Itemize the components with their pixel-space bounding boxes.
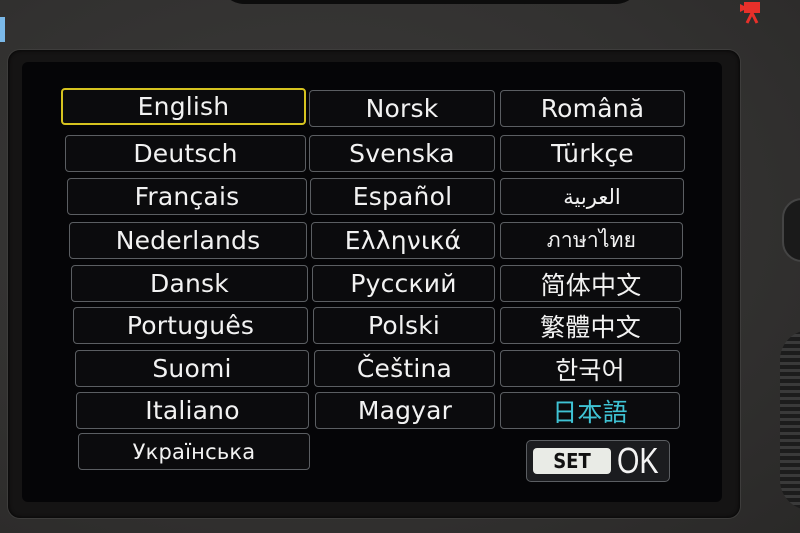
language-option-portugues[interactable]: Português bbox=[73, 307, 308, 344]
language-label: 繁體中文 bbox=[540, 312, 641, 342]
language-option-francais[interactable]: Français bbox=[67, 178, 307, 215]
language-label: Українська bbox=[132, 439, 256, 464]
set-key-label: SET bbox=[533, 448, 611, 474]
control-dial[interactable] bbox=[780, 330, 800, 510]
language-option-english[interactable]: English bbox=[61, 88, 306, 125]
language-label: Italiano bbox=[145, 396, 240, 425]
language-option-nederlands[interactable]: Nederlands bbox=[69, 222, 307, 259]
language-label: العربية bbox=[563, 184, 621, 209]
language-option-italiano[interactable]: Italiano bbox=[76, 392, 309, 429]
language-option-ukrainian[interactable]: Українська bbox=[78, 433, 310, 470]
language-option-simplified-chinese[interactable]: 简体中文 bbox=[500, 265, 682, 302]
language-label: ภาษาไทย bbox=[546, 228, 637, 252]
language-option-cestina[interactable]: Čeština bbox=[314, 350, 495, 387]
language-label: Türkçe bbox=[551, 139, 634, 168]
language-option-dansk[interactable]: Dansk bbox=[71, 265, 308, 302]
language-label: 简体中文 bbox=[540, 270, 642, 300]
language-option-svenska[interactable]: Svenska bbox=[309, 135, 495, 172]
blue-marking bbox=[0, 17, 5, 42]
top-slot bbox=[220, 0, 640, 4]
language-option-arabic[interactable]: العربية bbox=[500, 178, 684, 215]
language-label: Nederlands bbox=[115, 226, 261, 255]
language-label: Čeština bbox=[356, 354, 453, 383]
language-option-deutsch[interactable]: Deutsch bbox=[65, 135, 306, 172]
side-button[interactable] bbox=[782, 198, 800, 262]
language-label: 한국어 bbox=[555, 355, 625, 385]
language-label: Svenska bbox=[349, 139, 455, 168]
language-option-korean[interactable]: 한국어 bbox=[500, 350, 680, 387]
language-label: Dansk bbox=[150, 269, 229, 298]
camera-body: English Deutsch Français Nederlands Dans… bbox=[0, 0, 800, 533]
language-option-polski[interactable]: Polski bbox=[313, 307, 495, 344]
language-label: Magyar bbox=[357, 396, 453, 425]
language-label: Română bbox=[540, 94, 645, 123]
language-label: Deutsch bbox=[133, 139, 238, 168]
set-ok-button[interactable]: SET OK bbox=[526, 440, 670, 482]
language-label: Português bbox=[126, 311, 255, 340]
language-label: Español bbox=[352, 182, 453, 211]
language-option-japanese[interactable]: 日本語 bbox=[500, 392, 680, 429]
language-label: Polski bbox=[367, 311, 441, 340]
language-option-traditional-chinese[interactable]: 繁體中文 bbox=[500, 307, 681, 344]
language-label: 日本語 bbox=[552, 397, 628, 427]
ok-label: OK bbox=[616, 440, 659, 481]
language-option-greek[interactable]: Ελληνικά bbox=[311, 222, 495, 259]
language-label: Русский bbox=[350, 269, 457, 298]
language-option-romana[interactable]: Română bbox=[500, 90, 685, 127]
language-label: Français bbox=[134, 182, 240, 211]
language-label: Suomi bbox=[152, 354, 232, 383]
language-label: Ελληνικά bbox=[344, 226, 462, 255]
language-label: Norsk bbox=[365, 94, 439, 123]
language-option-thai[interactable]: ภาษาไทย bbox=[500, 222, 683, 259]
movie-camera-icon bbox=[740, 2, 760, 24]
language-option-suomi[interactable]: Suomi bbox=[75, 350, 309, 387]
language-label: English bbox=[137, 92, 230, 121]
language-option-norsk[interactable]: Norsk bbox=[309, 90, 495, 127]
language-option-espanol[interactable]: Español bbox=[310, 178, 495, 215]
language-option-russian[interactable]: Русский bbox=[312, 265, 495, 302]
language-option-turkce[interactable]: Türkçe bbox=[500, 135, 685, 172]
language-option-magyar[interactable]: Magyar bbox=[315, 392, 495, 429]
